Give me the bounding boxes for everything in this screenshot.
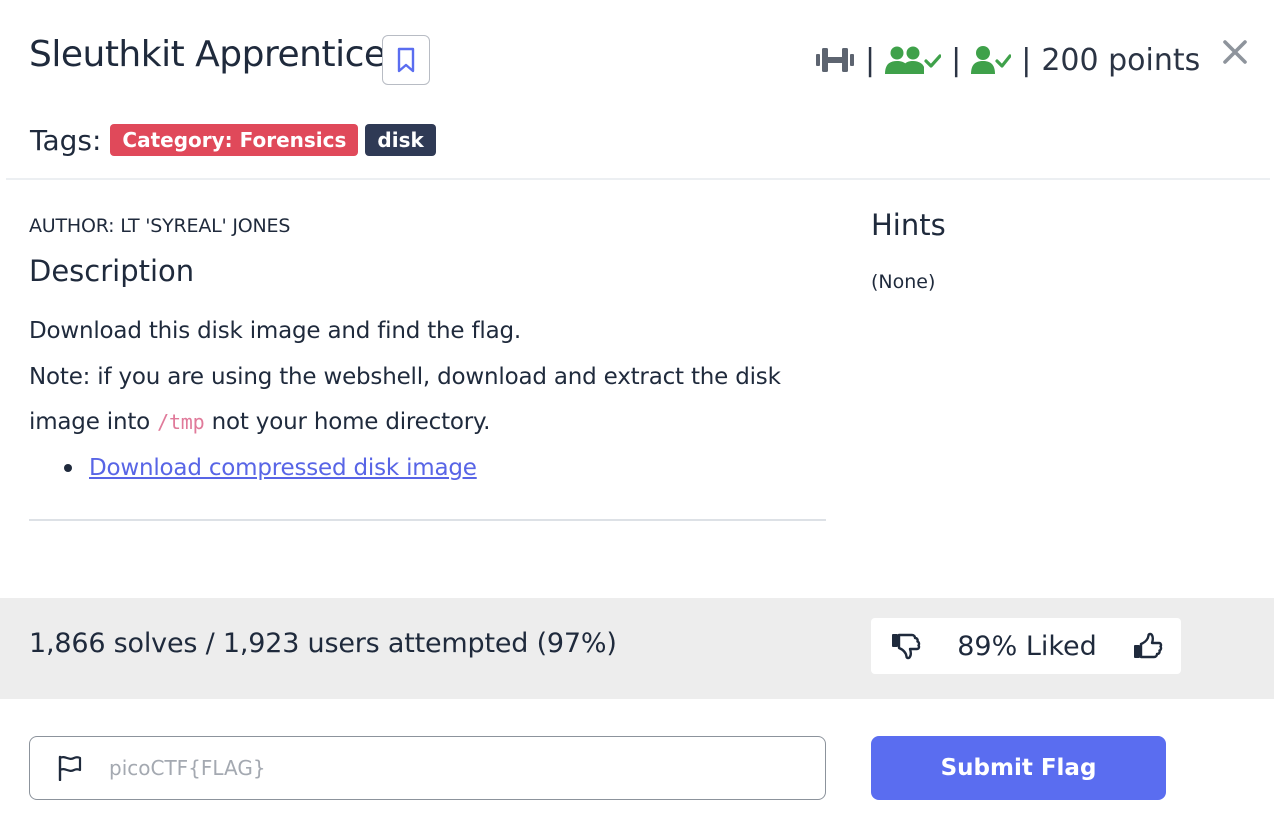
stats-separator: | (951, 42, 962, 78)
list-item: Download compressed disk image (64, 455, 477, 481)
flag-input[interactable] (107, 755, 751, 781)
hints-content: (None) (871, 271, 936, 293)
tag-disk[interactable]: disk (365, 124, 436, 156)
download-link[interactable]: Download compressed disk image (89, 455, 477, 481)
points-label: 200 points (1041, 42, 1201, 78)
challenge-title: Sleuthkit Apprentice (29, 34, 386, 75)
stats-separator: | (1021, 42, 1032, 78)
description-divider (29, 519, 826, 521)
dislike-button[interactable] (891, 632, 921, 660)
thumbs-up-icon (1134, 632, 1163, 659)
user-check-icon (971, 45, 1012, 75)
tags-row: Tags: Category: Forensics disk (30, 122, 443, 158)
close-button[interactable] (1219, 36, 1251, 68)
dumbbell-icon (815, 46, 855, 74)
tag-category[interactable]: Category: Forensics (110, 124, 359, 156)
liked-percentage: 89% Liked (957, 630, 1097, 662)
description-text: not your home directory. (204, 409, 491, 435)
flag-input-container (29, 736, 826, 800)
description-line: image into /tmp not your home directory. (29, 409, 490, 435)
challenge-stats: | | | 200 points (815, 38, 1200, 82)
description-line: Download this disk image and find the fl… (29, 318, 521, 344)
description-heading: Description (29, 254, 195, 288)
bullet-icon (64, 464, 72, 472)
like-button[interactable] (1133, 632, 1163, 660)
submit-flag-button[interactable]: Submit Flag (871, 736, 1166, 800)
hints-heading: Hints (871, 208, 946, 242)
description-line: Note: if you are using the webshell, dow… (29, 364, 781, 390)
tags-label: Tags: (30, 123, 102, 157)
bookmark-button[interactable] (382, 35, 430, 85)
author-label: AUTHOR: LT 'SYREAL' JONES (29, 215, 291, 237)
flag-icon (57, 755, 83, 781)
stats-separator: | (865, 42, 876, 78)
description-text: image into (29, 409, 158, 435)
users-check-icon (885, 45, 942, 75)
thumbs-down-icon (892, 633, 921, 660)
close-icon (1223, 40, 1247, 64)
bookmark-icon (397, 47, 415, 73)
rating-box: 89% Liked (871, 618, 1181, 674)
inline-code: /tmp (157, 410, 205, 434)
header-divider (6, 178, 1270, 180)
solves-text: 1,866 solves / 1,923 users attempted (97… (29, 628, 617, 659)
